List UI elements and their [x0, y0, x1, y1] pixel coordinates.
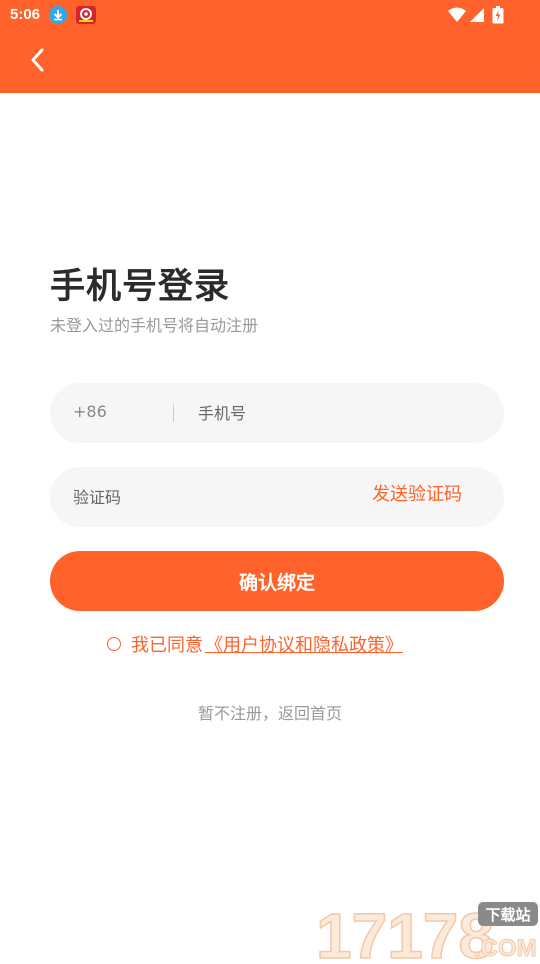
cellular-signal-icon: [468, 6, 486, 24]
agreement-row: 我已同意 《用户协议和隐私政策》: [107, 631, 403, 657]
app-notification-icon: [76, 6, 96, 24]
battery-charging-icon: [492, 6, 504, 24]
phone-field: +86: [50, 383, 504, 443]
agreement-prefix: 我已同意: [131, 635, 203, 656]
verification-code-field: 发送验证码: [50, 467, 504, 527]
chevron-left-icon: [28, 47, 48, 77]
back-button[interactable]: [20, 44, 56, 80]
site-watermark: 17178 .COM 下载站: [315, 898, 540, 964]
status-time: 5:06: [10, 6, 41, 23]
watermark-suffix: .COM: [474, 935, 537, 960]
wifi-icon: [447, 6, 467, 24]
confirm-bind-button[interactable]: 确认绑定: [50, 551, 504, 611]
watermark-badge: 下载站: [485, 906, 530, 924]
skip-register-link[interactable]: 暂不注册，返回首页: [0, 700, 540, 724]
page-subtitle: 未登入过的手机号将自动注册: [50, 316, 259, 335]
page-title: 手机号登录: [50, 267, 231, 307]
top-app-bar: 5:06: [0, 0, 540, 93]
watermark-number: 17178: [316, 900, 494, 960]
status-bar: 5:06: [0, 0, 540, 30]
policy-link[interactable]: 《用户协议和隐私政策》: [205, 631, 403, 657]
send-code-button[interactable]: 发送验证码: [372, 480, 462, 506]
phone-input[interactable]: [198, 401, 478, 425]
country-code[interactable]: +86: [73, 402, 107, 421]
divider: [173, 404, 174, 422]
agreement-radio[interactable]: [107, 637, 121, 651]
download-icon: [49, 6, 67, 24]
verification-code-input[interactable]: [73, 485, 323, 509]
